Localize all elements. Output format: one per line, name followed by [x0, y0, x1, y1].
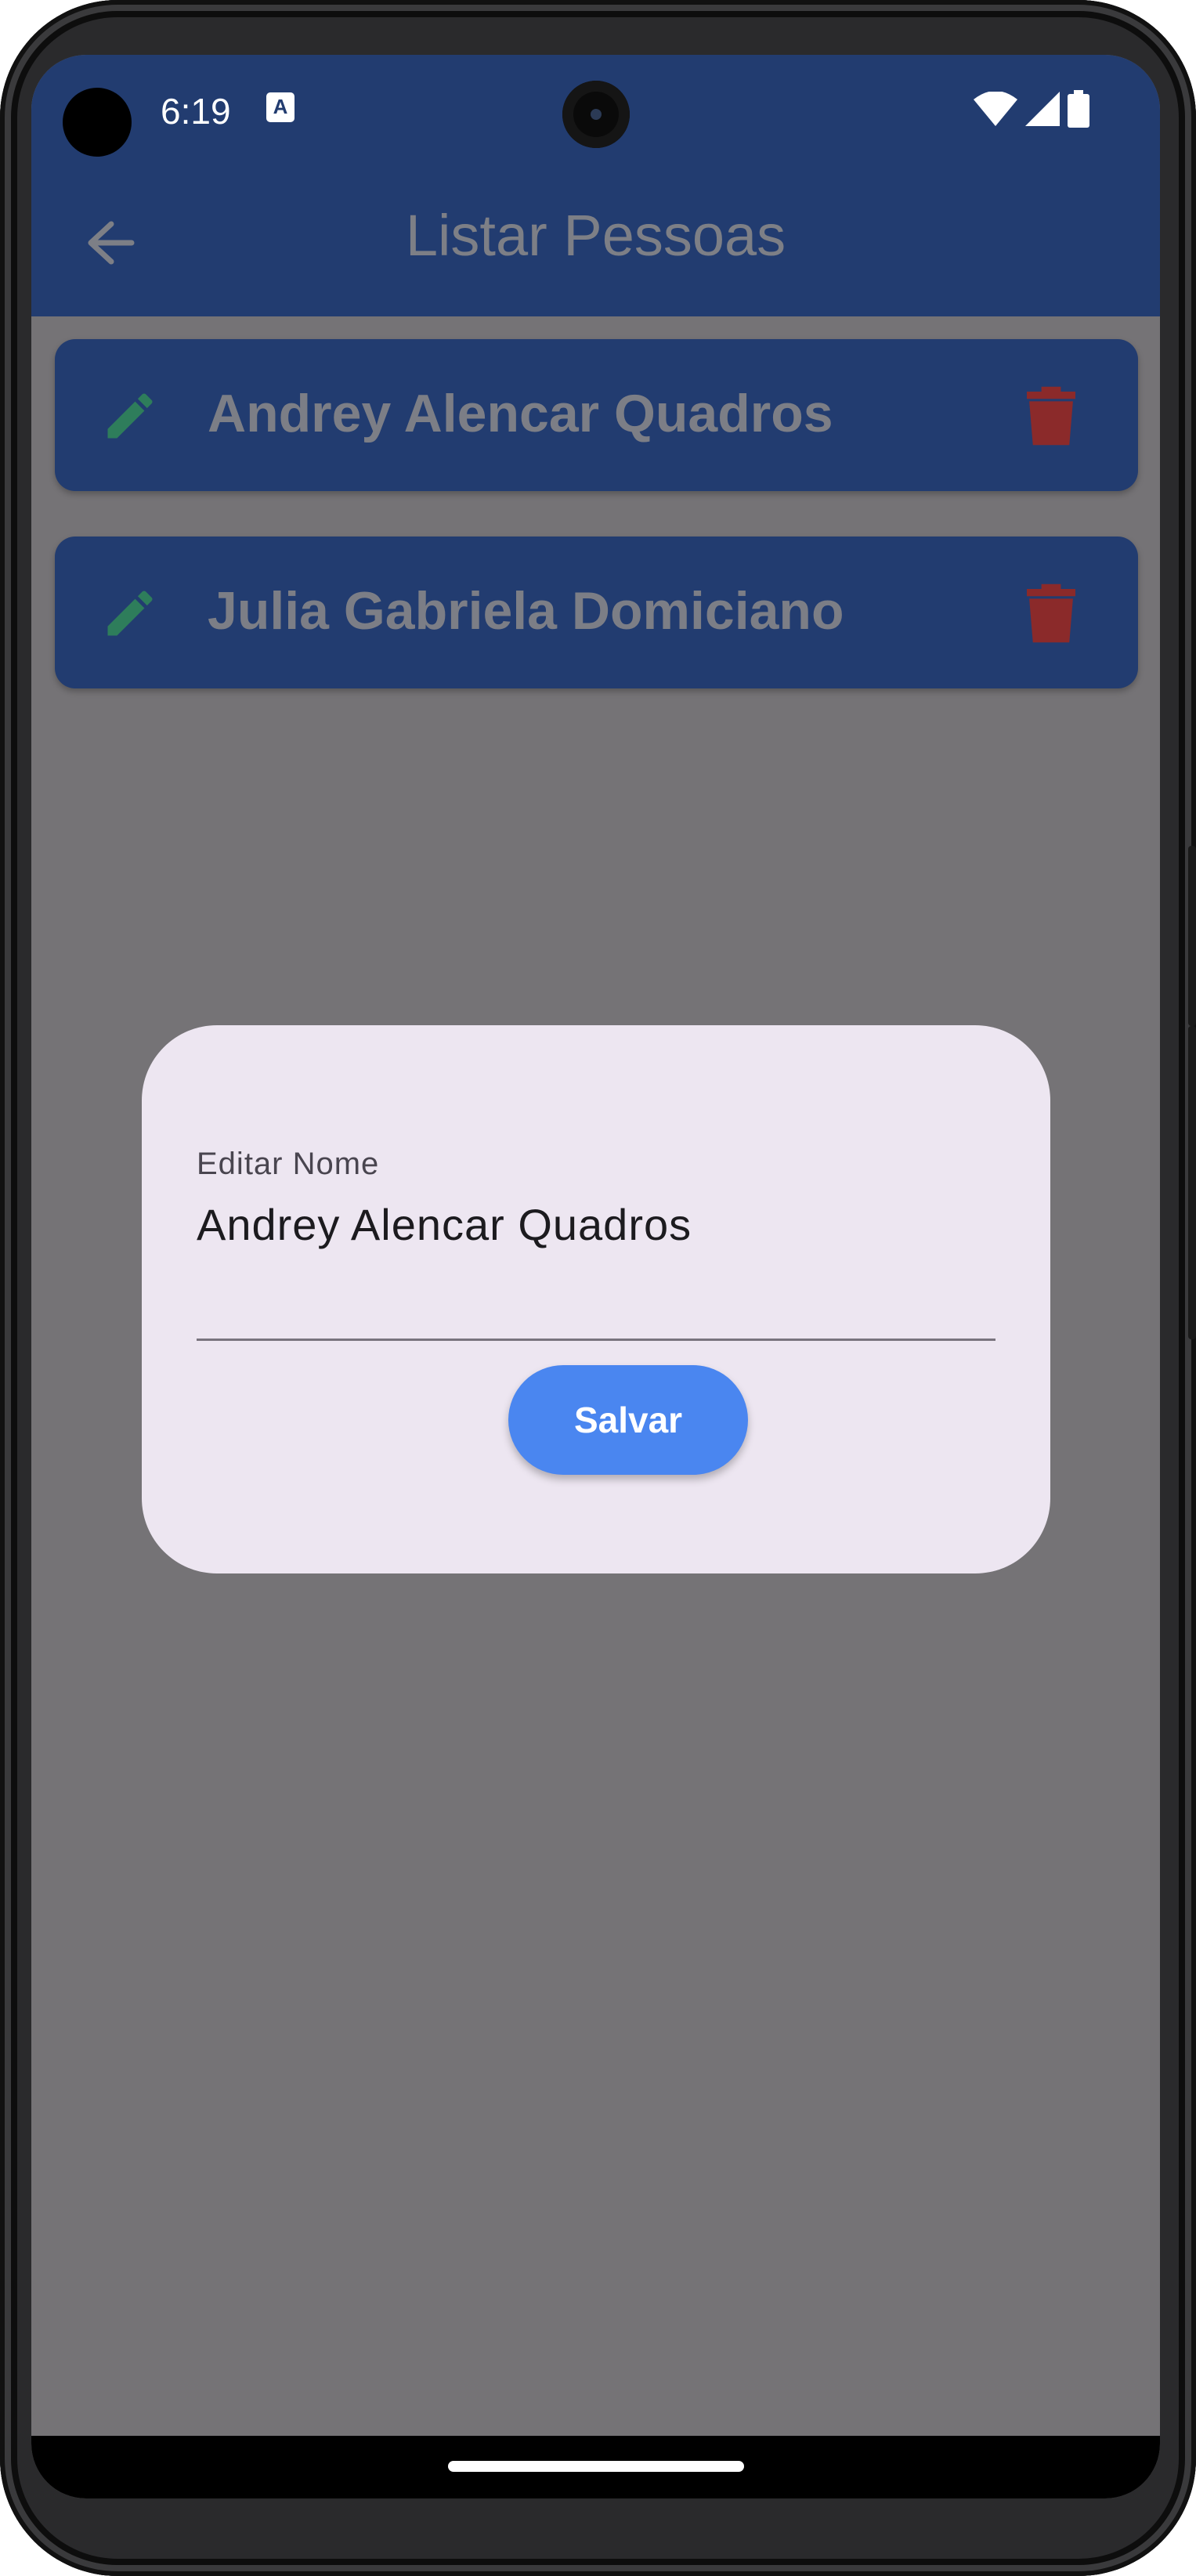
status-icons [974, 90, 1089, 128]
battery-icon [1068, 90, 1089, 128]
notification-icon: A [266, 92, 294, 122]
trash-icon[interactable] [1027, 583, 1075, 643]
pencil-icon[interactable] [100, 386, 160, 446]
person-name: Julia Gabriela Domiciano [208, 581, 844, 641]
power-button [1188, 1026, 1196, 1339]
list-item[interactable]: Andrey Alencar Quadros [55, 339, 1138, 491]
wifi-icon [974, 92, 1017, 126]
signal-icon [1025, 92, 1060, 126]
name-input[interactable]: Andrey Alencar Quadros [197, 1199, 692, 1250]
trash-icon[interactable] [1027, 386, 1075, 446]
person-name: Andrey Alencar Quadros [208, 384, 833, 443]
status-time: 6:19 [161, 91, 231, 132]
page-title: Listar Pessoas [405, 203, 786, 268]
volume-button [1188, 846, 1196, 1026]
pencil-icon[interactable] [100, 583, 160, 643]
list-item[interactable]: Julia Gabriela Domiciano [55, 537, 1138, 688]
nav-bar [31, 2436, 1160, 2498]
app-bar: 6:19 A Listar Pessoas [31, 55, 1160, 316]
status-avatar-dot [63, 88, 132, 157]
screen: 6:19 A Listar Pessoas Andrey Alencar Qua… [31, 55, 1160, 2498]
phone-frame: 6:19 A Listar Pessoas Andrey Alencar Qua… [0, 0, 1196, 2576]
input-underline [197, 1339, 995, 1341]
name-field-label: Editar Nome [197, 1147, 380, 1181]
front-camera [562, 81, 630, 148]
edit-dialog: Editar Nome Andrey Alencar Quadros Salva… [142, 1025, 1050, 1573]
home-gesture-handle[interactable] [448, 2461, 744, 2472]
save-button[interactable]: Salvar [508, 1365, 748, 1475]
